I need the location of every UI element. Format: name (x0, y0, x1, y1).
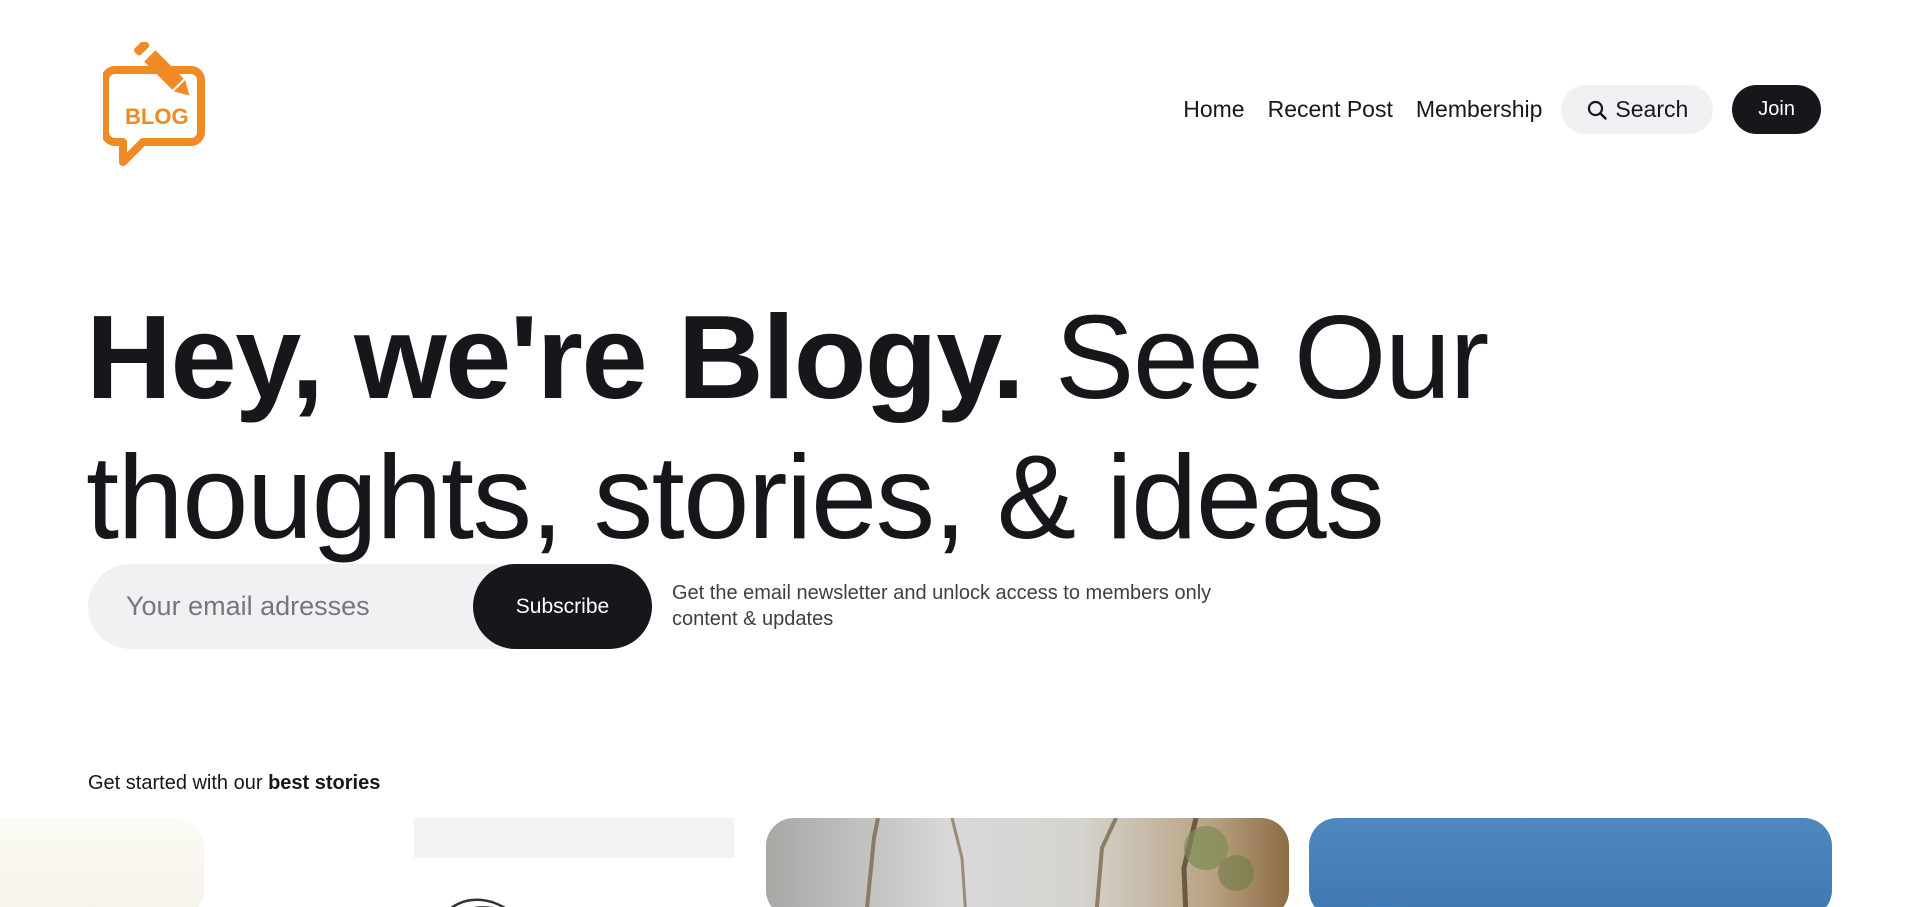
stories-section-label: Get started with our best stories (88, 772, 380, 795)
story-image (865, 818, 1254, 907)
story-card[interactable] (214, 818, 734, 907)
hero-title-bold: Hey, we're Blogy. (86, 291, 1025, 424)
newsletter-description: Get the email newsletter and unlock acce… (672, 582, 1212, 630)
search-button[interactable]: Search (1561, 85, 1714, 134)
nav-recent-post-link[interactable]: Recent Post (1268, 96, 1393, 123)
logo-text: BLOG (125, 104, 189, 129)
story-image (414, 818, 734, 907)
story-card[interactable] (0, 818, 204, 907)
blog-logo[interactable]: BLOG (101, 40, 233, 172)
join-button[interactable]: Join (1732, 85, 1821, 134)
main-nav: Home Recent Post Membership Search Join (1183, 85, 1821, 134)
story-card[interactable] (766, 818, 1289, 907)
subscribe-form: Subscribe (88, 564, 652, 649)
email-input[interactable] (126, 564, 456, 649)
story-image (88, 906, 93, 907)
story-card[interactable] (1309, 818, 1832, 907)
nav-membership-link[interactable]: Membership (1416, 96, 1543, 123)
subscribe-button[interactable]: Subscribe (473, 564, 652, 649)
hero-headline: Hey, we're Blogy. See Our thoughts, stor… (86, 288, 1586, 568)
stories-label-prefix: Get started with our (88, 772, 269, 794)
speech-bubble-pencil-icon: BLOG (101, 40, 205, 166)
search-icon (1588, 100, 1608, 120)
story-image (1358, 905, 1410, 907)
search-label: Search (1615, 96, 1689, 122)
nav-home-link[interactable]: Home (1183, 96, 1244, 123)
stories-label-bold: best stories (268, 772, 381, 794)
